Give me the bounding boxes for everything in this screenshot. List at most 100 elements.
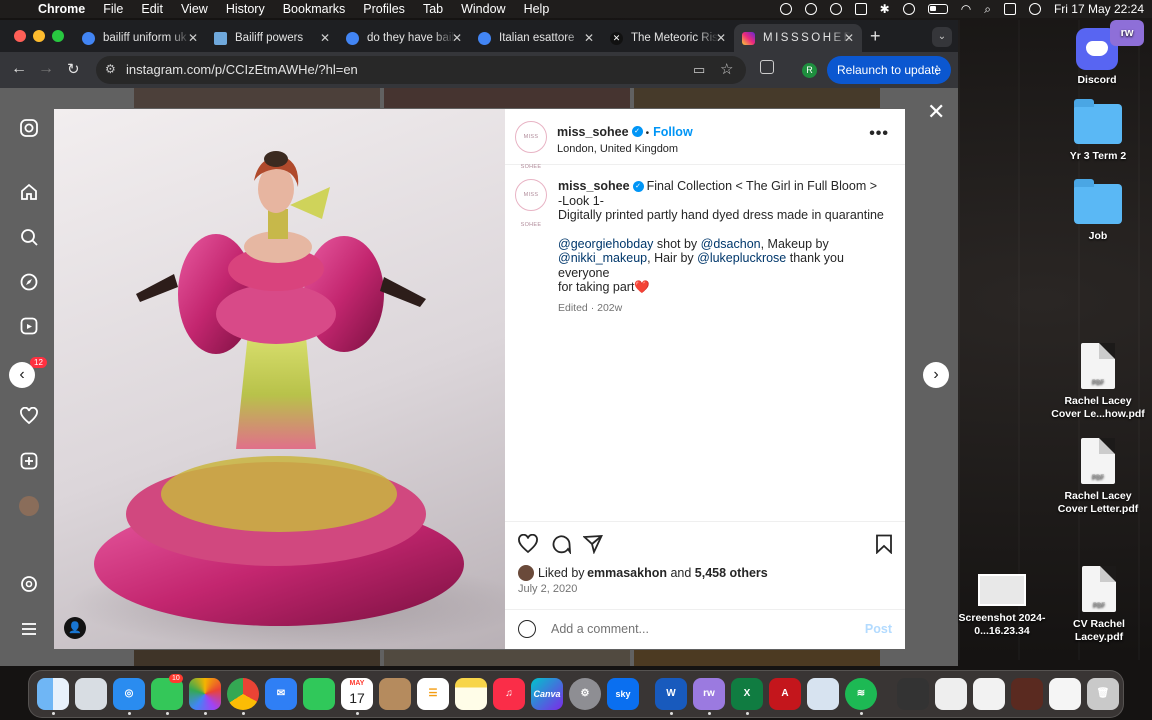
emoji-picker-icon[interactable] bbox=[518, 620, 536, 638]
creative-cloud-icon[interactable] bbox=[779, 3, 792, 15]
minimize-window-button[interactable] bbox=[33, 30, 45, 42]
share-send-icon[interactable] bbox=[582, 534, 603, 559]
menu-tab[interactable]: Tab bbox=[423, 2, 443, 16]
contacts-icon[interactable] bbox=[379, 678, 411, 710]
reload-icon[interactable]: ↻ bbox=[67, 60, 80, 78]
menu-file[interactable]: File bbox=[103, 2, 123, 16]
reels-icon[interactable] bbox=[19, 316, 39, 336]
rw-app-icon[interactable]: rw bbox=[693, 678, 725, 710]
tab-bailiff-uniform[interactable]: bailiff uniform uk ✕ bbox=[74, 24, 206, 52]
rw-floating-icon[interactable]: rw bbox=[1110, 20, 1144, 46]
tab-close-icon[interactable]: ✕ bbox=[716, 31, 726, 45]
desktop-screenshot[interactable]: Screenshot 2024-0...16.23.34 bbox=[956, 574, 1048, 637]
forward-arrow-icon[interactable]: → bbox=[38, 60, 54, 78]
tab-bailiff-powers[interactable]: Bailiff powers ✕ bbox=[206, 24, 338, 52]
menu-view[interactable]: View bbox=[181, 2, 208, 16]
liker-avatar[interactable] bbox=[518, 565, 534, 581]
close-window-button[interactable] bbox=[14, 30, 26, 42]
excel-icon[interactable]: X bbox=[731, 678, 763, 710]
cast-icon[interactable]: ▭ bbox=[693, 62, 705, 78]
safari-icon[interactable]: ◎ bbox=[113, 678, 145, 710]
edited-timestamp[interactable]: Edited · 202w bbox=[558, 301, 888, 316]
back-arrow-icon[interactable]: ← bbox=[11, 60, 27, 78]
tab-meteoric-rise[interactable]: ✕ The Meteoric Rise ✕ bbox=[602, 24, 734, 52]
notifications-heart-icon[interactable] bbox=[19, 406, 39, 426]
control-center-icon[interactable] bbox=[1003, 3, 1016, 15]
tab-italian-esattore[interactable]: Italian esattore ✕ bbox=[470, 24, 602, 52]
word-icon[interactable]: W bbox=[655, 678, 687, 710]
follow-button[interactable]: Follow bbox=[653, 125, 693, 139]
comment-bubble-icon[interactable] bbox=[551, 534, 572, 559]
caption-author-avatar[interactable]: MISS SOHEE bbox=[515, 179, 547, 228]
relaunch-to-update-button[interactable]: Relaunch to update ⋮ bbox=[827, 56, 951, 84]
tab-close-icon[interactable]: ✕ bbox=[584, 31, 594, 45]
explore-compass-icon[interactable] bbox=[19, 272, 39, 292]
menu-help[interactable]: Help bbox=[524, 2, 550, 16]
tab-search-chevron-icon[interactable]: ⌄ bbox=[932, 27, 952, 47]
mention-link[interactable]: @lukepluckrose bbox=[697, 251, 786, 265]
more-options-icon[interactable]: ••• bbox=[869, 125, 889, 143]
like-heart-icon[interactable] bbox=[518, 533, 538, 559]
bookmark-star-icon[interactable]: ☆ bbox=[720, 60, 733, 78]
post-comment-button[interactable]: Post bbox=[865, 622, 892, 636]
menu-history[interactable]: History bbox=[226, 2, 265, 16]
spotlight-search-icon[interactable]: ⌕ bbox=[984, 2, 991, 17]
tab-do-they-have-bailiff[interactable]: do they have bailiff ✕ bbox=[338, 24, 470, 52]
compass-status-icon[interactable] bbox=[829, 3, 842, 15]
mention-link[interactable]: @dsachon bbox=[701, 237, 761, 251]
recent-window-thumbnail[interactable] bbox=[897, 678, 929, 710]
siri-icon[interactable] bbox=[1028, 3, 1041, 15]
desktop-pdf-cover-letter[interactable]: PDF Rachel Lacey Cover Letter.pdf bbox=[1050, 438, 1146, 515]
preview-icon[interactable] bbox=[807, 678, 839, 710]
battery-icon[interactable] bbox=[927, 4, 948, 14]
instagram-logo-icon[interactable] bbox=[19, 118, 39, 138]
extensions-puzzle-icon[interactable] bbox=[760, 60, 774, 74]
menu-hamburger-icon[interactable] bbox=[19, 619, 39, 639]
recent-spreadsheet-thumbnail[interactable] bbox=[973, 678, 1005, 710]
tab-close-icon[interactable]: ✕ bbox=[320, 31, 330, 45]
likes-others-count[interactable]: 5,458 others bbox=[695, 566, 768, 580]
reminders-icon[interactable]: ☰ bbox=[417, 678, 449, 710]
desktop-pdf-cv[interactable]: PDF CV Rachel Lacey.pdf bbox=[1062, 566, 1136, 643]
url-text[interactable]: instagram.com/p/CCIzEtmAWHe/?hl=en bbox=[126, 62, 358, 77]
desktop-folder-yr3[interactable]: Yr 3 Term 2 bbox=[1058, 99, 1138, 163]
caption-username[interactable]: miss_sohee bbox=[558, 179, 630, 193]
mail-icon[interactable]: ✉ bbox=[265, 678, 297, 710]
trash-icon[interactable]: 🗑 bbox=[1087, 678, 1119, 710]
messages-status-icon[interactable] bbox=[854, 3, 867, 15]
tab-close-icon[interactable]: ✕ bbox=[188, 31, 198, 45]
post-location[interactable]: London, United Kingdom bbox=[557, 143, 693, 155]
spotify-icon[interactable]: ≋ bbox=[845, 678, 877, 710]
calendar-icon[interactable]: MAY 17 bbox=[341, 678, 373, 710]
status-app-icon[interactable] bbox=[804, 3, 817, 15]
post-photo[interactable]: 👤 bbox=[54, 109, 505, 649]
chrome-icon[interactable] bbox=[227, 678, 259, 710]
home-icon[interactable] bbox=[19, 182, 39, 202]
post-date[interactable]: July 2, 2020 bbox=[518, 583, 577, 595]
play-status-icon[interactable] bbox=[902, 3, 915, 15]
desktop-folder-job[interactable]: Job bbox=[1058, 179, 1138, 243]
create-post-icon[interactable] bbox=[19, 451, 39, 471]
tab-close-icon[interactable]: ✕ bbox=[452, 31, 462, 45]
menu-bookmarks[interactable]: Bookmarks bbox=[283, 2, 346, 16]
author-username[interactable]: miss_sohee bbox=[557, 125, 629, 139]
author-avatar[interactable]: MISS SOHEE bbox=[515, 121, 547, 170]
liker-username[interactable]: emmasakhon bbox=[587, 566, 667, 580]
desktop-pdf-cover-le[interactable]: PDF Rachel Lacey Cover Le...how.pdf bbox=[1050, 343, 1146, 420]
canva-icon[interactable]: Canva bbox=[531, 678, 563, 710]
new-tab-icon[interactable]: + bbox=[870, 26, 881, 47]
notes-icon[interactable] bbox=[455, 678, 487, 710]
menu-app-name[interactable]: Chrome bbox=[38, 2, 85, 16]
search-icon[interactable] bbox=[19, 227, 39, 247]
comment-input[interactable]: Add a comment... bbox=[551, 622, 649, 636]
downloads-stack-icon[interactable] bbox=[1049, 678, 1081, 710]
mention-link[interactable]: @georgiehobday bbox=[558, 237, 653, 251]
finder-icon[interactable] bbox=[37, 678, 69, 710]
menubar-clock[interactable]: Fri 17 May 22:24 bbox=[1054, 2, 1144, 16]
recent-image-thumbnail[interactable] bbox=[1011, 678, 1043, 710]
system-settings-icon[interactable]: ⚙ bbox=[569, 678, 601, 710]
more-vertical-icon[interactable]: ⋮ bbox=[931, 56, 943, 84]
tab-close-icon[interactable]: ✕ bbox=[844, 31, 854, 45]
address-bar[interactable]: ⚙ instagram.com/p/CCIzEtmAWHe/?hl=en ▭ ☆ bbox=[96, 56, 746, 84]
photos-icon[interactable] bbox=[189, 678, 221, 710]
